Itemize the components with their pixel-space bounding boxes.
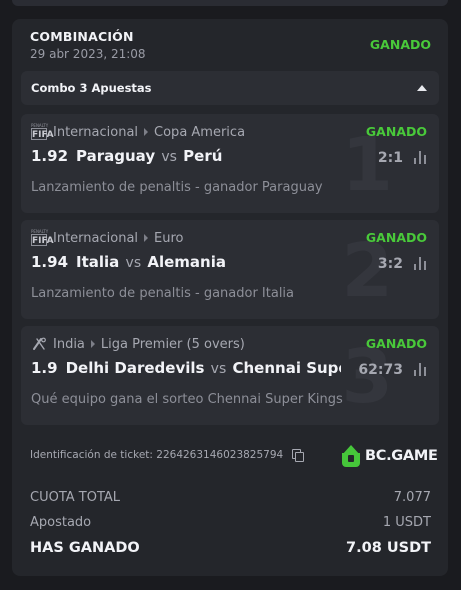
won-label: HAS GANADO	[30, 540, 140, 556]
bet-item[interactable]: 3 India Liga Premier (5 overs) GANADO 1.…	[21, 326, 439, 425]
bet-status-badge: GANADO	[365, 336, 427, 351]
stats-icon[interactable]	[413, 257, 427, 270]
bet-market: Lanzamiento de penaltis - ganador Italia	[31, 286, 295, 301]
match-row: 1.9 Delhi Daredevils vs Chennai Super Kin	[31, 359, 341, 381]
chevron-up-icon	[417, 85, 427, 91]
bet-item[interactable]: 2 PENALTY FIFA Internacional Euro GANADO…	[21, 220, 439, 319]
team-away: Chennai Super Kin	[232, 359, 342, 377]
bet-status-badge: GANADO	[365, 124, 427, 139]
bet-odds: 1.9	[31, 359, 58, 377]
match-score: 2:1	[377, 150, 403, 166]
ticket-id-label: Identificación de ticket:	[30, 449, 153, 461]
combo-toggle[interactable]: Combo 3 Apuestas	[21, 71, 439, 105]
match-score: 3:2	[377, 256, 403, 272]
bcgame-logo-icon	[342, 445, 360, 467]
ticket-id-value: 2264263146023825794	[156, 449, 284, 461]
match-row: 1.94 Italia vs Alemania	[31, 253, 341, 275]
match-score: 62:73	[358, 362, 403, 378]
slip-title: COMBINACIÓN	[30, 29, 134, 44]
bet-league: Euro	[154, 230, 184, 246]
ticket-id-row: Identificación de ticket: 22642631460238…	[30, 449, 283, 461]
brand-logo: BC.GAME	[342, 444, 438, 468]
bet-market: Lanzamiento de penaltis - ganador Paragu…	[31, 180, 323, 195]
slip-status-badge: GANADO	[369, 37, 431, 52]
previous-card-edge	[12, 0, 448, 6]
staked-row: Apostado 1 USDT	[30, 515, 431, 530]
chevron-right-icon	[90, 340, 95, 348]
stats-icon[interactable]	[413, 151, 427, 164]
total-odds-label: CUOTA TOTAL	[30, 490, 121, 505]
staked-value: 1 USDT	[382, 515, 431, 530]
bet-status-badge: GANADO	[365, 230, 427, 245]
team-away: Perú	[183, 147, 223, 165]
staked-label: Apostado	[30, 515, 92, 530]
combo-label: Combo 3 Apuestas	[31, 81, 152, 95]
slip-date: 29 abr 2023, 21:08	[30, 47, 146, 61]
bet-category: India	[53, 336, 85, 352]
vs-label: vs	[161, 149, 177, 165]
won-value: 7.08 USDT	[346, 540, 431, 556]
team-home: Italia	[76, 253, 120, 271]
bet-category: Internacional	[53, 124, 139, 140]
copy-icon[interactable]	[292, 449, 304, 462]
team-home: Paraguay	[76, 147, 156, 165]
fifa-icon: PENALTY FIFA	[31, 123, 54, 140]
brand-name: BC.GAME	[365, 448, 438, 464]
total-odds-row: CUOTA TOTAL 7.077	[30, 490, 431, 505]
bet-category: Internacional	[53, 230, 139, 246]
bet-item[interactable]: 1 PENALTY FIFA Internacional Copa Americ…	[21, 114, 439, 213]
chevron-right-icon	[144, 234, 149, 242]
fifa-icon: PENALTY FIFA	[31, 229, 54, 246]
bet-odds: 1.92	[31, 147, 69, 165]
chevron-right-icon	[144, 128, 149, 136]
bet-odds: 1.94	[31, 253, 69, 271]
match-row: 1.92 Paraguay vs Perú	[31, 147, 341, 169]
total-odds-value: 7.077	[393, 490, 431, 505]
won-row: HAS GANADO 7.08 USDT	[30, 540, 431, 556]
bet-league: Liga Premier (5 overs)	[100, 336, 245, 352]
team-home: Delhi Daredevils	[65, 359, 205, 377]
bet-league: Copa America	[154, 124, 246, 140]
bet-slip-card: COMBINACIÓN 29 abr 2023, 21:08 GANADO Co…	[12, 19, 448, 576]
stats-icon[interactable]	[413, 363, 427, 376]
bet-market: Qué equipo gana el sorteo Chennai Super …	[31, 392, 343, 407]
team-away: Alemania	[147, 253, 226, 271]
cricket-icon	[31, 336, 47, 352]
vs-label: vs	[210, 361, 227, 377]
vs-label: vs	[125, 255, 142, 271]
